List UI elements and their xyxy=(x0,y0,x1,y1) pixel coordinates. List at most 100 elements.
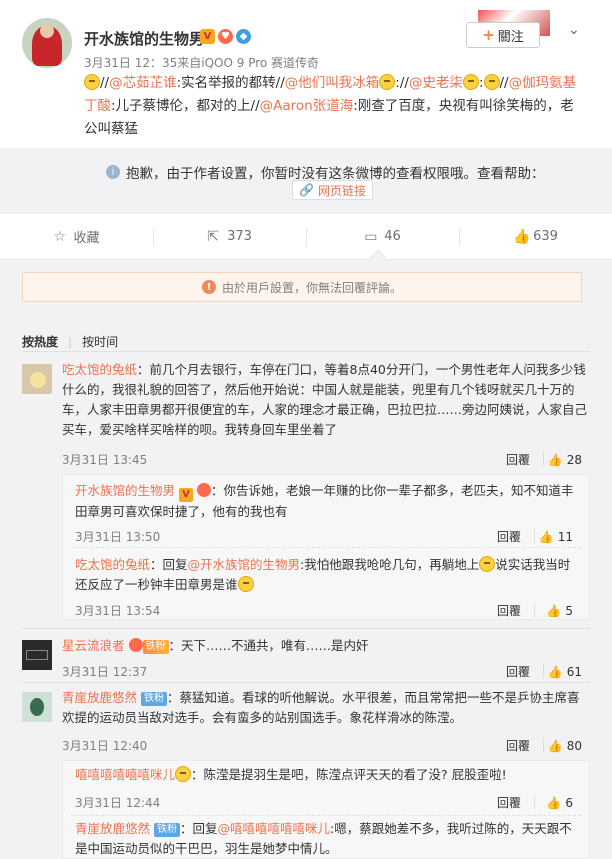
commenter-avatar[interactable] xyxy=(22,364,52,394)
reply-like-button[interactable]: 👍 5 xyxy=(546,601,573,621)
comment-like-button[interactable]: 👍 61 xyxy=(548,662,582,682)
post-text-segment: // xyxy=(399,75,409,91)
reply-button[interactable]: 回覆 xyxy=(506,736,530,756)
mention-link[interactable]: @他们叫我冰箱 xyxy=(285,75,380,91)
author-avatar[interactable] xyxy=(22,18,72,68)
web-link-label: 网页链接 xyxy=(317,183,366,198)
author-name[interactable]: 开水族馆的生物男 xyxy=(84,28,204,49)
comment-icon: ▭ xyxy=(364,228,378,245)
reply-like-button[interactable]: 👍 6 xyxy=(546,793,573,813)
comment-text: ：天下……不通共，唯有……是内奸 xyxy=(168,638,369,653)
reply-text: :我怕他跟我呛呛几句，再躺地上 xyxy=(300,557,480,572)
divider xyxy=(22,351,590,352)
comment-body: 星云流浪者 铁粉 ：天下……不通共，唯有……是内奸 xyxy=(62,636,590,656)
comment-like-button[interactable]: 👍 80 xyxy=(548,736,582,756)
reply-button[interactable]: 回覆 xyxy=(506,450,530,470)
comment-body: 吃太饱的兔纸：前几个月去银行，车停在门口，等着8点40分开门，一个男性老年人问我… xyxy=(62,360,590,440)
comment-footer: 3月31日 13:45 回覆 👍 28 xyxy=(62,450,590,468)
plus-icon: + xyxy=(482,26,495,44)
comment-text: ：前几个月去银行，车停在门口，等着8点40分开门，一个男性老年人问我多少钱什么的… xyxy=(62,362,588,437)
mention-link[interactable]: @开水族馆的生物男 xyxy=(188,557,301,572)
commenter-avatar[interactable] xyxy=(22,692,52,722)
comment-button[interactable]: ▭ 46 xyxy=(306,214,459,259)
thumbs-up-icon: 👍 xyxy=(547,453,563,467)
thumbs-up-icon: 👍 xyxy=(546,604,562,618)
comment-item: 吃太饱的兔纸：前几个月去银行，车停在门口，等着8点40分开门，一个男性老年人问我… xyxy=(22,360,590,470)
commenter-name[interactable]: 青崖放鹿悠然 xyxy=(62,690,137,705)
post-text-segment: // xyxy=(499,75,509,91)
smile-emoji-icon xyxy=(175,766,192,782)
verified-icon: V xyxy=(179,488,193,502)
reply-like-count: 11 xyxy=(557,530,573,544)
reply-button[interactable]: 回覆 xyxy=(497,793,521,813)
notice-text: 由於用戶設置，你無法回覆評論。 xyxy=(221,280,402,295)
like-count: 639 xyxy=(533,229,558,244)
fan-heart-icon xyxy=(128,638,143,652)
comment-time: 3月31日 12:37 xyxy=(62,665,148,679)
fan-heart-icon[interactable]: ♥ xyxy=(218,29,233,44)
replier-name[interactable]: 嘻嘻嘻嘻嘻嘻咪儿 xyxy=(75,767,175,782)
fan-tag: 铁粉 xyxy=(141,692,167,706)
author-badges: V ♥ ◆ xyxy=(200,29,251,44)
chevron-down-icon[interactable]: ⌄ xyxy=(568,22,580,38)
reply-footer: 3月31日 12:44 回覆 👍 6 xyxy=(75,793,581,811)
commenter-avatar[interactable] xyxy=(22,640,52,670)
comment-item: 青崖放鹿悠然 铁粉 ：蔡猛知道。看球的听他解说。水平很差，而且常常把一些不是乒协主… xyxy=(22,688,590,758)
level-icon[interactable]: ◆ xyxy=(236,29,251,44)
post-text-segment: // xyxy=(100,75,110,91)
reply-item: 嘻嘻嘻嘻嘻嘻咪儿 ：陈滢是提羽生是吧，陈滢点评天天的看了没? 屁股歪啦! 3月31… xyxy=(75,765,581,815)
forward-notice: 抱歉，由于作者设置，你暂时没有这条微博的查看权限哦。查看帮助： xyxy=(126,166,545,182)
comment-footer: 3月31日 12:40 回覆 👍 80 xyxy=(62,736,590,754)
repost-button[interactable]: ⇱ 373 xyxy=(153,214,306,259)
smile-emoji-icon xyxy=(84,74,100,90)
reply-like-button[interactable]: 👍 11 xyxy=(539,527,573,547)
replier-name[interactable]: 青崖放鹿悠然 xyxy=(75,821,150,836)
mention-link[interactable]: @Aaron张道海 xyxy=(260,98,354,114)
reply-like-count: 6 xyxy=(565,796,573,810)
commenter-name[interactable]: 星云流浪者 xyxy=(62,638,125,653)
divider xyxy=(22,682,590,683)
follow-button[interactable]: + 關注 xyxy=(466,22,540,48)
replier-name[interactable]: 开水族馆的生物男 xyxy=(75,483,175,498)
thumbs-up-icon: 👍 xyxy=(546,796,562,810)
repost-icon: ⇱ xyxy=(207,228,219,245)
reply-item: 吃太饱的兔纸：回复@开水族馆的生物男:我怕他跟我呛呛几句，再躺地上 说实话我当时还… xyxy=(75,555,581,619)
reply-time: 3月31日 12:44 xyxy=(75,796,161,810)
favorite-button[interactable]: ☆ 收藏 xyxy=(0,214,153,259)
sort-tabs: 按热度 | 按时间 xyxy=(22,335,119,349)
web-link[interactable]: 🔗 网页链接 xyxy=(292,180,373,200)
reply-time: 3月31日 13:54 xyxy=(75,604,161,618)
follow-label: 關注 xyxy=(497,29,524,45)
like-button[interactable]: 👍 639 xyxy=(459,214,612,259)
reply-button[interactable]: 回覆 xyxy=(506,662,530,682)
thumbs-up-icon: 👍 xyxy=(513,228,531,245)
comment-count: 46 xyxy=(384,229,401,244)
star-icon: ☆ xyxy=(53,228,67,245)
mention-link[interactable]: @嘻嘻嘻嘻嘻嘻咪儿 xyxy=(218,821,331,836)
reply-button[interactable]: 回覆 xyxy=(497,601,521,621)
fan-tag: 铁粉 xyxy=(142,640,169,654)
reply-thread: 开水族馆的生物男 V ：你告诉她，老娘一年赚的比你一辈子都多，老匹夫，知不知道丰… xyxy=(62,474,590,620)
comment-like-count: 28 xyxy=(566,453,582,467)
link-icon: 🔗 xyxy=(299,183,314,197)
reply-like-count: 5 xyxy=(565,604,573,618)
thumbs-up-icon: 👍 xyxy=(547,665,563,679)
comment-time: 3月31日 13:45 xyxy=(62,453,148,467)
crying-emoji-icon xyxy=(479,556,496,572)
comment-item: 星云流浪者 铁粉 ：天下……不通共，唯有……是内奸 3月31日 12:37 回覆 … xyxy=(22,636,590,682)
reply-button[interactable]: 回覆 xyxy=(497,527,521,547)
comment-like-button[interactable]: 👍 28 xyxy=(548,450,582,470)
commenter-name[interactable]: 吃太饱的兔纸 xyxy=(62,362,137,377)
sort-by-time[interactable]: 按时间 xyxy=(82,335,118,349)
mention-link[interactable]: @史老柒 xyxy=(409,75,463,91)
replier-name[interactable]: 吃太饱的兔纸 xyxy=(75,557,150,572)
divider xyxy=(22,628,590,629)
forwarded-content: i 抱歉，由于作者设置，你暂时没有这条微博的查看权限哦。查看帮助： 🔗 网页链接 xyxy=(0,148,612,214)
mention-link[interactable]: @芯茹芷谁 xyxy=(109,75,177,91)
reply-footer: 3月31日 13:54 回覆 👍 5 xyxy=(75,601,581,619)
laughing-emoji-icon xyxy=(379,74,396,90)
sort-by-hot[interactable]: 按热度 xyxy=(22,335,58,349)
verified-icon[interactable]: V xyxy=(200,29,215,44)
reply-disabled-notice: ! 由於用戶設置，你無法回覆評論。 xyxy=(22,272,582,302)
post-text-segment: : xyxy=(478,75,484,91)
